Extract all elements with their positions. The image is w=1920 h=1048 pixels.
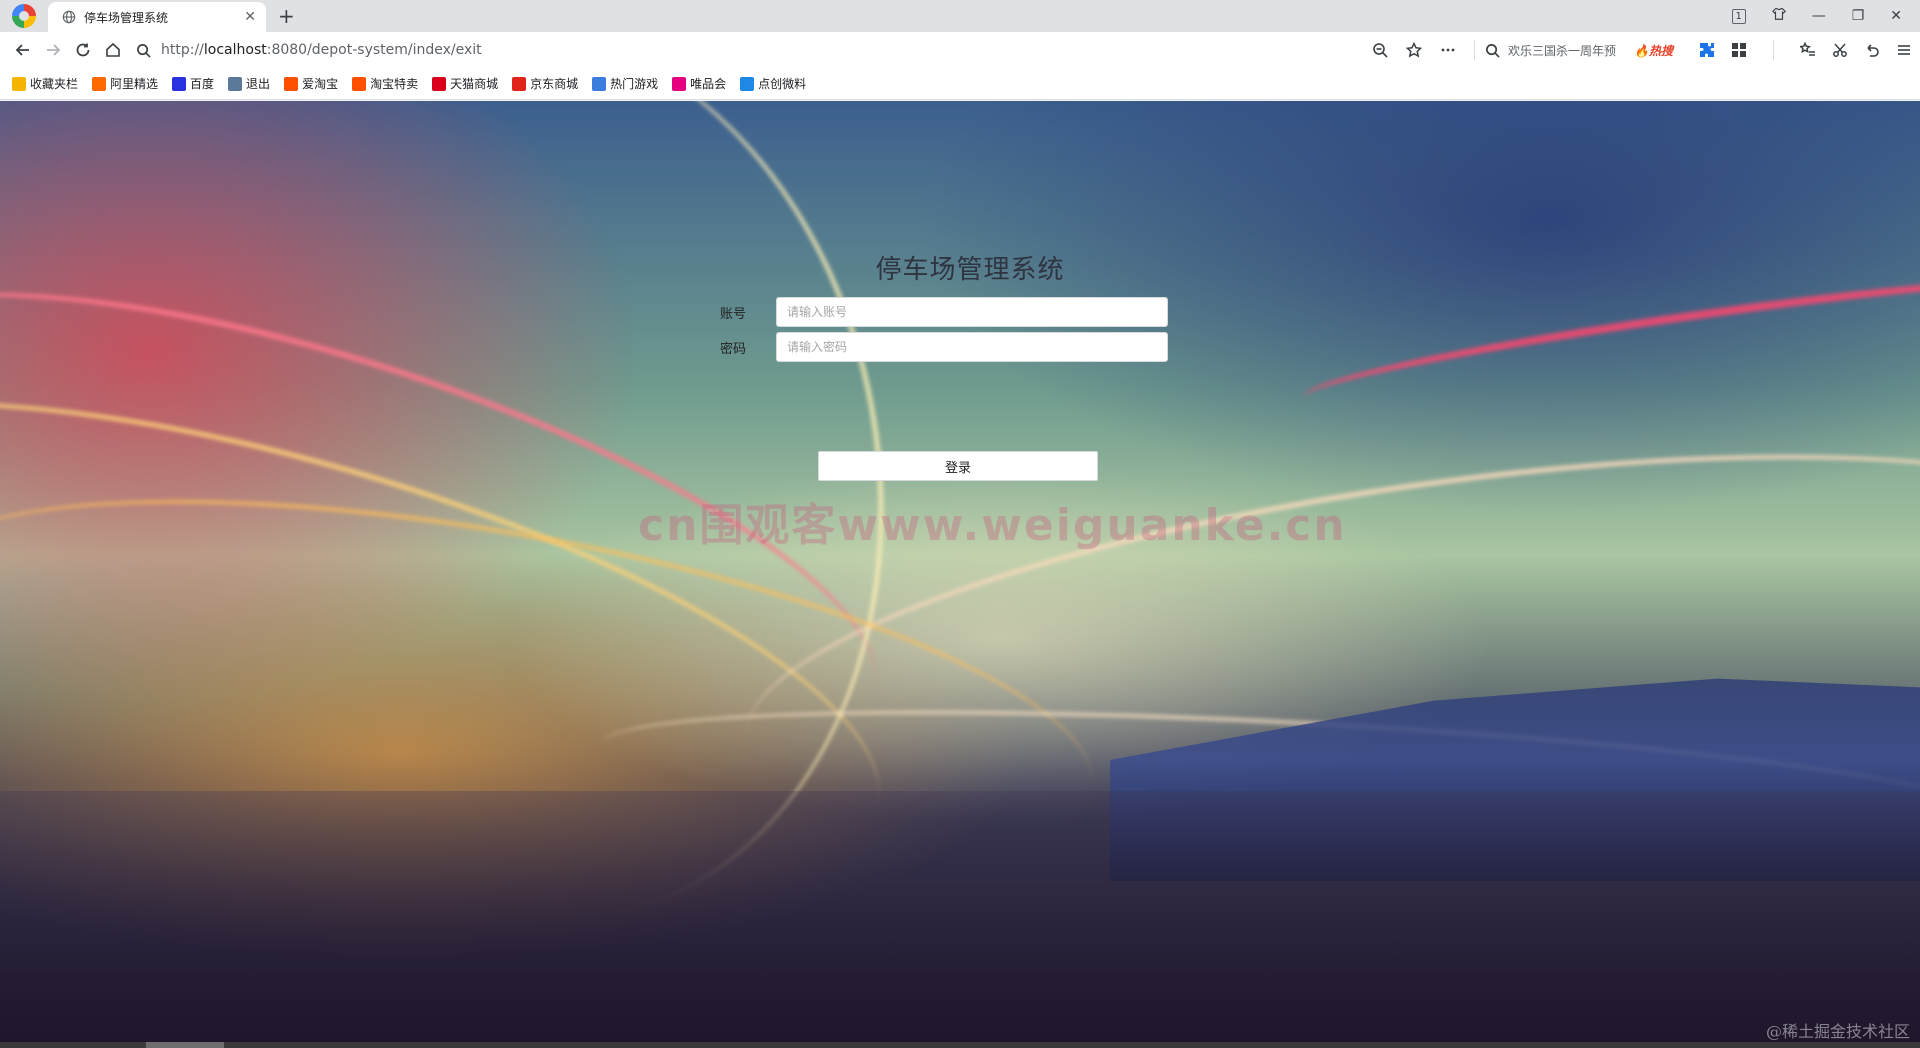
bookmarks-bar: 收藏夹栏 阿里精选 百度 退出 爱淘宝 淘宝特卖 天猫商城 京东商城 热门游戏 唯品会 点创微料 bbox=[0, 68, 1920, 100]
center-watermark: cn围观客www.weiguanke.cn bbox=[638, 500, 1347, 551]
tmall-icon bbox=[432, 76, 447, 91]
url-text[interactable]: http://localhost:8080/depot-system/index… bbox=[161, 42, 482, 58]
tab-close-icon[interactable]: ✕ bbox=[244, 9, 256, 25]
bookmark-item[interactable]: 天猫商城 bbox=[432, 75, 498, 92]
password-input[interactable] bbox=[776, 332, 1168, 362]
jd-icon bbox=[512, 76, 527, 91]
hot-search-label: 热搜 bbox=[1648, 43, 1673, 58]
minimize-icon[interactable]: — bbox=[1812, 8, 1826, 24]
tab-strip: 停车场管理系统 ✕ + 1 — ❐ ✕ bbox=[0, 0, 1920, 32]
favorites-list-icon[interactable] bbox=[1800, 42, 1816, 58]
url-scheme: http:// bbox=[161, 42, 204, 58]
password-label: 密码 bbox=[720, 341, 747, 357]
star-icon[interactable] bbox=[1406, 42, 1422, 58]
bookmark-label: 阿里精选 bbox=[110, 77, 159, 91]
login-button[interactable]: 登录 bbox=[818, 451, 1098, 481]
arrow-right-icon bbox=[47, 44, 61, 56]
reload-icon bbox=[76, 43, 90, 57]
reload-button[interactable] bbox=[68, 36, 98, 64]
bookmark-label: 爱淘宝 bbox=[302, 77, 339, 91]
scrollbar-thumb[interactable] bbox=[146, 1042, 224, 1048]
home-button[interactable] bbox=[98, 36, 128, 64]
account-label: 账号 bbox=[720, 306, 747, 322]
tab-count-icon[interactable]: 1 bbox=[1731, 8, 1746, 24]
ext-divider bbox=[1773, 40, 1774, 60]
search-box[interactable]: 欢乐三国杀一周年预 🔥热搜 bbox=[1485, 42, 1685, 59]
bookmark-item[interactable]: 京东商城 bbox=[512, 75, 578, 92]
more-icon[interactable] bbox=[1440, 42, 1456, 58]
forward-button[interactable] bbox=[38, 36, 68, 64]
bookmark-label: 退出 bbox=[246, 77, 271, 91]
window-controls: 1 — ❐ ✕ bbox=[1731, 0, 1920, 32]
account-row: 账号 bbox=[720, 297, 1170, 327]
account-input[interactable] bbox=[776, 297, 1168, 327]
browser-logo-icon bbox=[12, 4, 36, 28]
game-icon bbox=[592, 76, 607, 91]
browser-toolbar: http://localhost:8080/depot-system/index… bbox=[0, 32, 1920, 68]
bookmark-item[interactable]: 退出 bbox=[228, 75, 270, 92]
bookmark-label: 点创微料 bbox=[758, 77, 807, 91]
bookmark-item[interactable]: 阿里精选 bbox=[92, 75, 158, 92]
bookmark-item[interactable]: 点创微料 bbox=[740, 75, 806, 92]
zoom-icon[interactable] bbox=[1372, 42, 1388, 58]
address-actions bbox=[1372, 42, 1456, 58]
taobao-sale-icon bbox=[352, 76, 367, 91]
taobao-icon bbox=[284, 76, 299, 91]
bookmark-label: 天猫商城 bbox=[450, 77, 499, 91]
globe-icon bbox=[62, 10, 76, 24]
bookmark-item[interactable]: 收藏夹栏 bbox=[12, 75, 78, 92]
bookmark-label: 京东商城 bbox=[530, 77, 579, 91]
address-bar[interactable]: http://localhost:8080/depot-system/index… bbox=[128, 36, 1464, 64]
arrow-left-icon bbox=[15, 44, 29, 56]
tab-active[interactable]: 停车场管理系统 ✕ bbox=[48, 2, 266, 32]
url-path: :8080/depot-system/index/exit bbox=[266, 42, 482, 58]
image-icon bbox=[228, 76, 243, 91]
home-icon bbox=[106, 42, 120, 57]
toolbar-divider bbox=[1474, 40, 1475, 60]
menu-icon[interactable] bbox=[1896, 42, 1912, 58]
login-form: 停车场管理系统 账号 密码 登录 cn围观客www.weiguanke.cn bbox=[0, 101, 1920, 1048]
login-title: 停车场管理系统 bbox=[875, 255, 1065, 285]
scissors-icon[interactable] bbox=[1832, 42, 1848, 58]
window-close-icon[interactable]: ✕ bbox=[1890, 8, 1902, 24]
tab-title: 停车场管理系统 bbox=[84, 10, 169, 25]
apps-grid-icon[interactable] bbox=[1731, 42, 1747, 58]
undo-icon[interactable] bbox=[1864, 42, 1880, 58]
extension-icons bbox=[1699, 40, 1912, 60]
new-tab-icon[interactable]: + bbox=[278, 4, 295, 28]
bookmark-item[interactable]: 唯品会 bbox=[672, 75, 726, 92]
corner-watermark: @稀土掘金技术社区 bbox=[1765, 1022, 1910, 1041]
search-query: 欢乐三国杀一周年预 bbox=[1508, 43, 1617, 58]
vip-icon bbox=[672, 76, 687, 91]
baidu-icon bbox=[172, 76, 187, 91]
bookmark-item[interactable]: 爱淘宝 bbox=[284, 75, 338, 92]
ali-icon bbox=[92, 76, 107, 91]
bookmark-label: 热门游戏 bbox=[610, 77, 659, 91]
bookmark-label: 淘宝特卖 bbox=[370, 77, 419, 91]
bookmark-label: 收藏夹栏 bbox=[30, 77, 79, 91]
puzzle-icon[interactable] bbox=[1699, 42, 1715, 58]
password-row: 密码 bbox=[720, 332, 1170, 362]
bookmark-label: 唯品会 bbox=[690, 77, 727, 91]
bookmark-label: 百度 bbox=[190, 77, 215, 91]
search-icon bbox=[137, 43, 151, 58]
bookmark-item[interactable]: 淘宝特卖 bbox=[352, 75, 418, 92]
dianchuang-icon bbox=[740, 76, 755, 91]
search-box-icon bbox=[1486, 43, 1500, 58]
restore-icon[interactable]: ❐ bbox=[1852, 8, 1865, 24]
page-viewport: 停车场管理系统 账号 密码 登录 cn围观客www.weiguanke.cn @… bbox=[0, 101, 1920, 1048]
skin-icon[interactable] bbox=[1771, 7, 1786, 25]
horizontal-scrollbar[interactable] bbox=[0, 1042, 1920, 1048]
bookmark-item[interactable]: 热门游戏 bbox=[592, 75, 658, 92]
folder-icon bbox=[12, 76, 26, 91]
url-host: localhost bbox=[203, 42, 267, 58]
back-button[interactable] bbox=[8, 36, 38, 64]
hot-search-badge[interactable]: 🔥热搜 bbox=[1634, 42, 1673, 59]
bookmark-item[interactable]: 百度 bbox=[172, 75, 214, 92]
